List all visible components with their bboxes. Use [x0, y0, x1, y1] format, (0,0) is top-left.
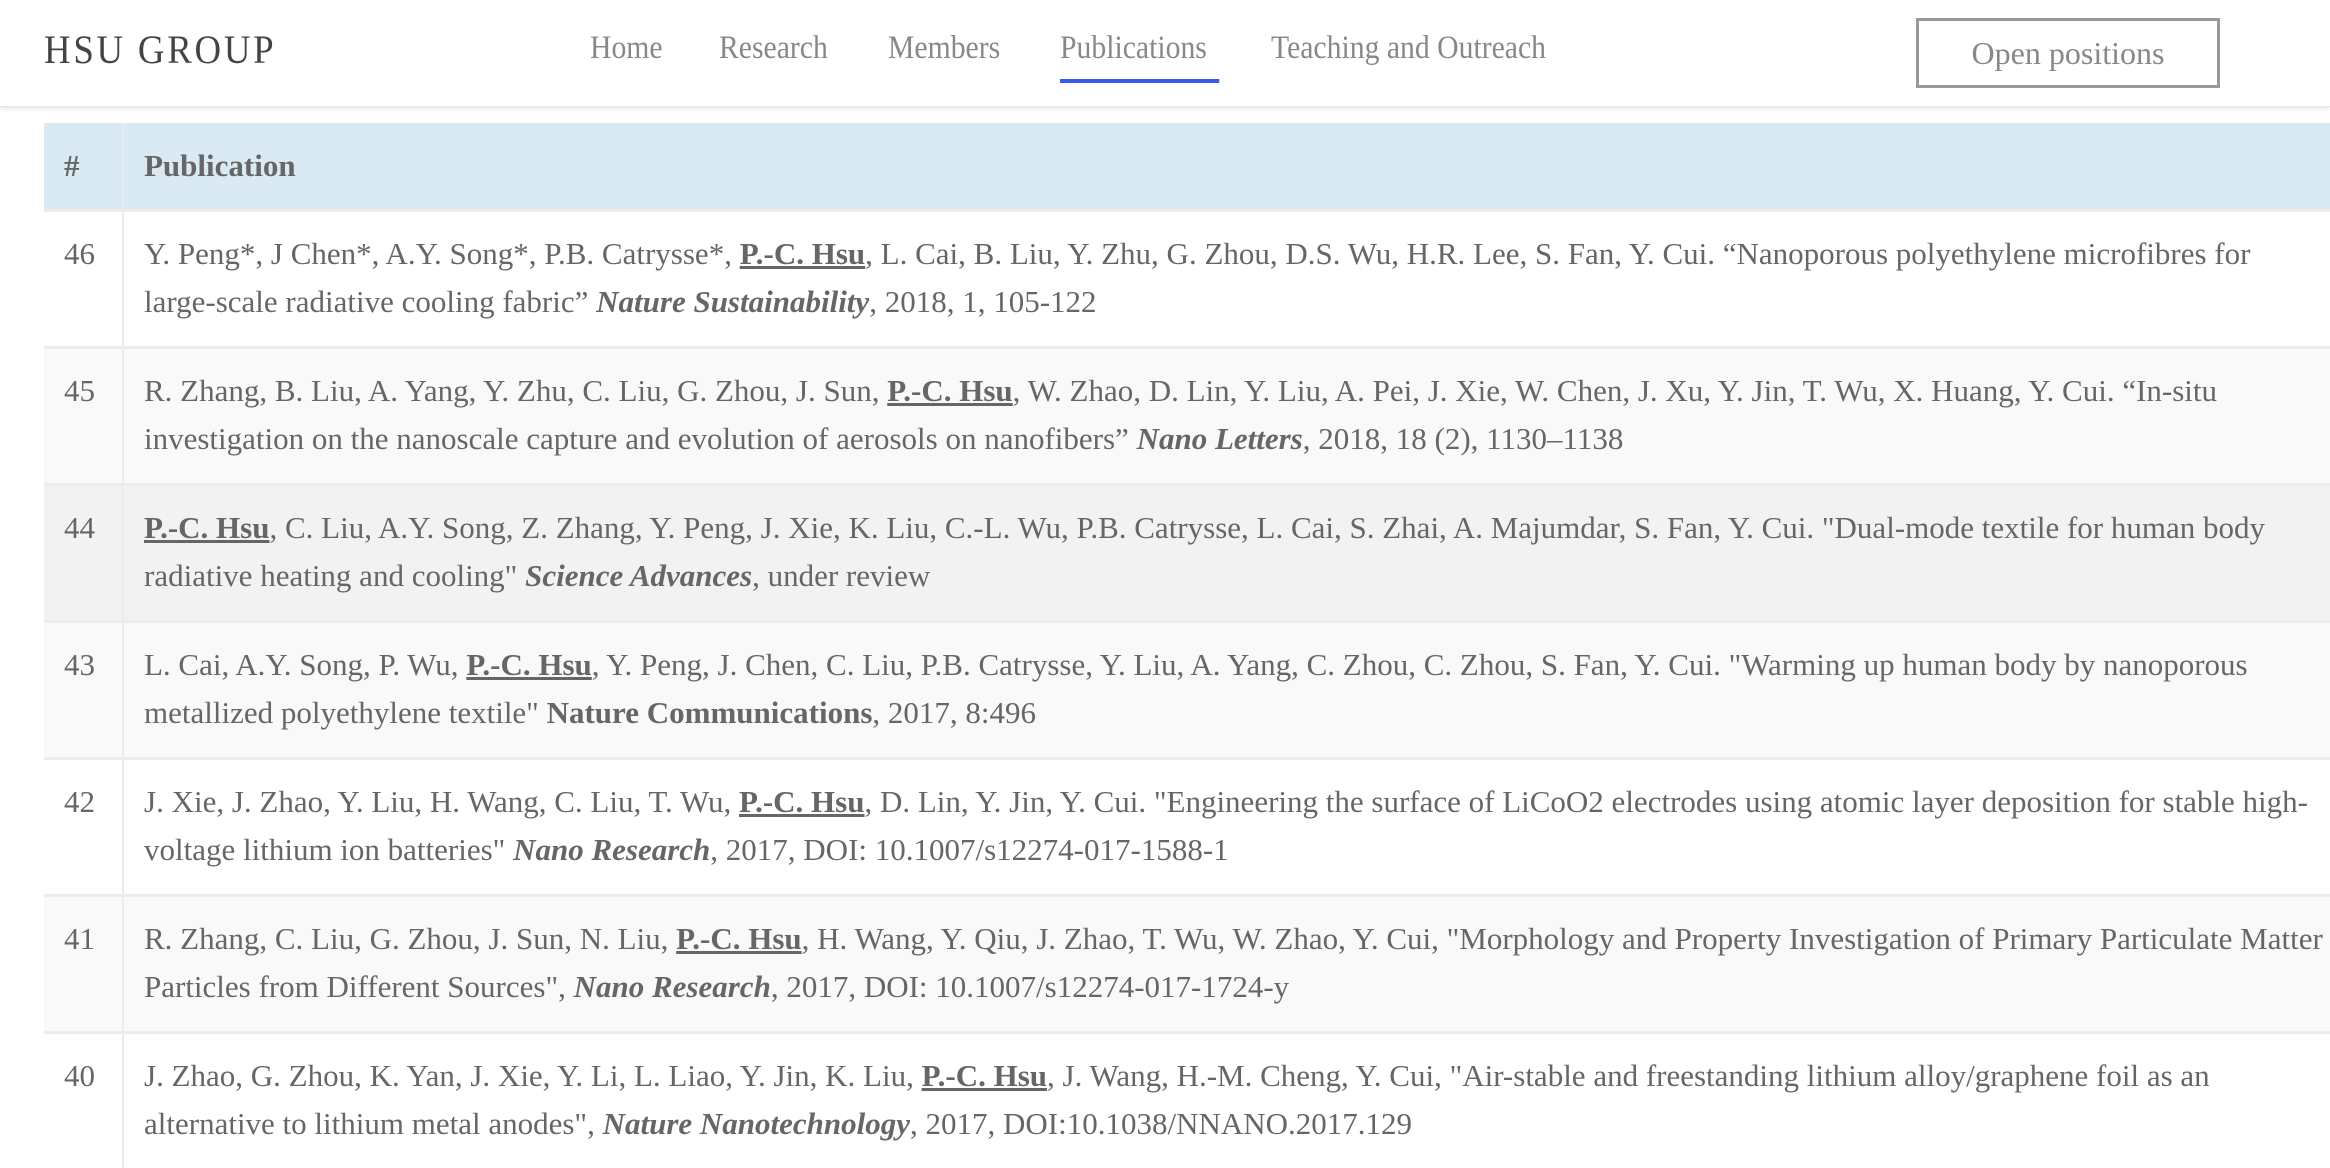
- open-positions-button[interactable]: Open positions: [1916, 18, 2220, 88]
- journal-name: Nano Research: [513, 832, 710, 867]
- main-nav: Home Research Members Publications Teach…: [590, 30, 1625, 67]
- journal-name: Nature Communications: [547, 695, 873, 730]
- citation-authors-before: J. Xie, J. Zhao, Y. Liu, H. Wang, C. Liu…: [144, 784, 739, 819]
- citation-details: , 2017, DOI:10.1038/NNANO.2017.129: [910, 1106, 1412, 1141]
- table-row: 44P.-C. Hsu, C. Liu, A.Y. Song, Z. Zhang…: [44, 485, 2330, 622]
- citation-authors-before: Y. Peng*, J Chen*, A.Y. Song*, P.B. Catr…: [144, 236, 740, 271]
- citation-authors-before: J. Zhao, G. Zhou, K. Yan, J. Xie, Y. Li,…: [144, 1058, 922, 1093]
- citation-details: , 2017, DOI: 10.1007/s12274-017-1724-y: [771, 969, 1289, 1004]
- publication-number: 40: [44, 1033, 123, 1168]
- nav-teaching-outreach[interactable]: Teaching and Outreach: [1271, 30, 1546, 67]
- publication-citation: Y. Peng*, J Chen*, A.Y. Song*, P.B. Catr…: [123, 211, 2330, 348]
- publication-number: 45: [44, 348, 123, 485]
- column-header-number: #: [44, 123, 123, 211]
- citation-authors-title: , C. Liu, A.Y. Song, Z. Zhang, Y. Peng, …: [144, 510, 2265, 593]
- highlighted-author: P.-C. Hsu: [739, 784, 864, 819]
- journal-name: Nature Nanotechnology: [603, 1106, 910, 1141]
- table-row: 40 J. Zhao, G. Zhou, K. Yan, J. Xie, Y. L…: [44, 1033, 2330, 1168]
- nav-research[interactable]: Research: [719, 30, 828, 67]
- highlighted-author: P.-C. Hsu: [676, 921, 801, 956]
- citation-details: , 2018, 18 (2), 1130–1138: [1303, 421, 1624, 456]
- table-row: 43L. Cai, A.Y. Song, P. Wu, P.-C. Hsu, Y…: [44, 622, 2330, 759]
- nav-members[interactable]: Members: [888, 30, 1000, 67]
- publication-number: 46: [44, 211, 123, 348]
- publication-citation: P.-C. Hsu, C. Liu, A.Y. Song, Z. Zhang, …: [123, 485, 2330, 622]
- column-header-publication: Publication: [123, 123, 2330, 211]
- highlighted-author: P.-C. Hsu: [466, 647, 591, 682]
- publications-table: # Publication 46 Y. Peng*, J Chen*, A.Y. …: [44, 123, 2330, 1168]
- highlighted-author: P.-C. Hsu: [887, 373, 1012, 408]
- table-row: 46 Y. Peng*, J Chen*, A.Y. Song*, P.B. Ca…: [44, 211, 2330, 348]
- table-row: 45 R. Zhang, B. Liu, A. Yang, Y. Zhu, C. …: [44, 348, 2330, 485]
- navbar: HSU GROUP Home Research Members Publicat…: [0, 0, 2330, 107]
- highlighted-author: P.-C. Hsu: [144, 510, 269, 545]
- journal-name: Science Advances: [525, 558, 752, 593]
- table-row: 41 R. Zhang, C. Liu, G. Zhou, J. Sun, N. …: [44, 896, 2330, 1033]
- citation-authors-before: R. Zhang, C. Liu, G. Zhou, J. Sun, N. Li…: [144, 921, 676, 956]
- publication-number: 43: [44, 622, 123, 759]
- publication-number: 42: [44, 759, 123, 896]
- publication-citation: L. Cai, A.Y. Song, P. Wu, P.-C. Hsu, Y. …: [123, 622, 2330, 759]
- citation-details: , under review: [752, 558, 930, 593]
- highlighted-author: P.-C. Hsu: [922, 1058, 1047, 1093]
- publication-number: 44: [44, 485, 123, 622]
- journal-name: Nature Sustainability: [596, 284, 869, 319]
- nav-publications[interactable]: Publications: [1060, 30, 1207, 67]
- publication-citation: R. Zhang, C. Liu, G. Zhou, J. Sun, N. Li…: [123, 896, 2330, 1033]
- nav-home[interactable]: Home: [590, 30, 663, 67]
- table-row: 42 J. Xie, J. Zhao, Y. Liu, H. Wang, C. L…: [44, 759, 2330, 896]
- citation-details: , 2017, 8:496: [872, 695, 1036, 730]
- citation-authors-before: L. Cai, A.Y. Song, P. Wu,: [144, 647, 466, 682]
- highlighted-author: P.-C. Hsu: [740, 236, 865, 271]
- publication-citation: J. Xie, J. Zhao, Y. Liu, H. Wang, C. Liu…: [123, 759, 2330, 896]
- publication-citation: R. Zhang, B. Liu, A. Yang, Y. Zhu, C. Li…: [123, 348, 2330, 485]
- journal-name: Nano Research: [574, 969, 771, 1004]
- journal-name: Nano Letters: [1137, 421, 1303, 456]
- brand-logo[interactable]: HSU GROUP: [44, 26, 276, 73]
- citation-details: , 2017, DOI: 10.1007/s12274-017-1588-1: [710, 832, 1228, 867]
- citation-details: , 2018, 1, 105-122: [869, 284, 1096, 319]
- publication-citation: J. Zhao, G. Zhou, K. Yan, J. Xie, Y. Li,…: [123, 1033, 2330, 1168]
- table-header-row: # Publication: [44, 123, 2330, 211]
- citation-authors-before: R. Zhang, B. Liu, A. Yang, Y. Zhu, C. Li…: [144, 373, 887, 408]
- publication-number: 41: [44, 896, 123, 1033]
